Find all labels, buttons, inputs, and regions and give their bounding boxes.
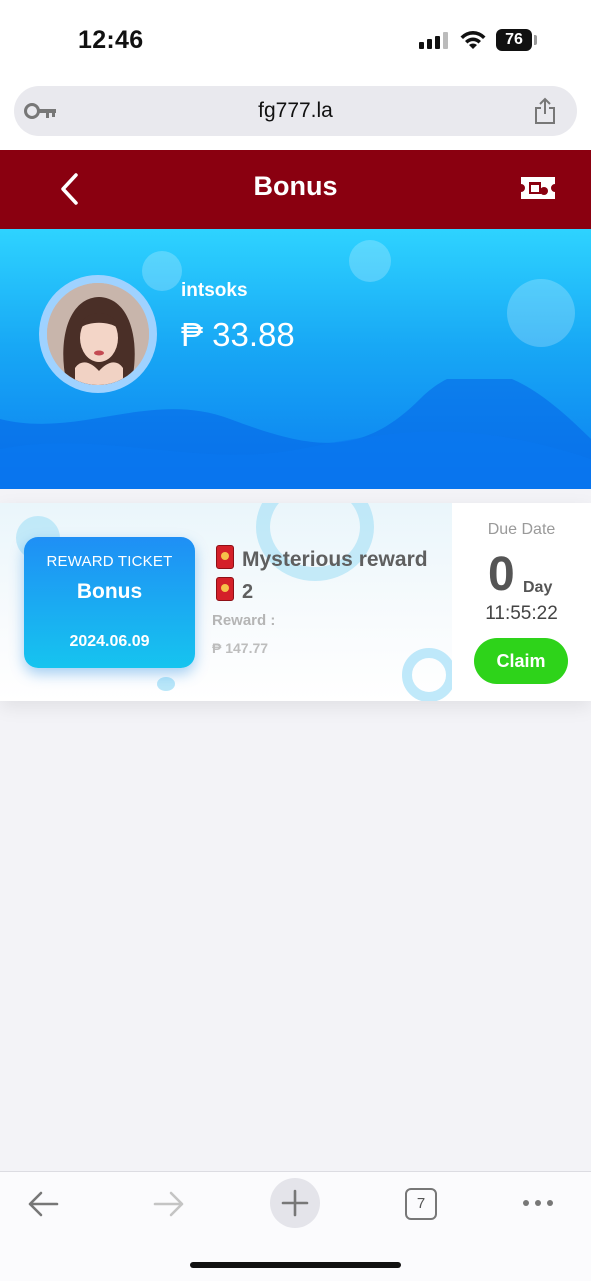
- status-time: 12:46: [78, 26, 144, 54]
- reward-label: Reward :: [212, 612, 276, 629]
- tab-count: 7: [416, 1195, 426, 1212]
- reward-value: ₱ 147.77: [212, 640, 269, 656]
- share-icon[interactable]: [533, 97, 557, 125]
- username: intsoks: [181, 280, 248, 301]
- decor-ring: [402, 648, 456, 701]
- due-countdown: 11:55:22: [485, 603, 558, 624]
- status-bar: 12:46 76: [0, 0, 591, 80]
- decor-bubble: [142, 251, 182, 291]
- url-text[interactable]: fg777.la: [14, 99, 577, 123]
- decor-dot: [157, 677, 175, 691]
- balance: ₱ 33.88: [181, 316, 295, 353]
- decor-bubble: [349, 240, 391, 282]
- decor-bubble: [507, 279, 575, 347]
- wave-decoration: [0, 379, 591, 489]
- browser-address-area: fg777.la: [0, 80, 591, 150]
- avatar-ring: [39, 275, 157, 393]
- red-envelope-icon: [216, 545, 234, 569]
- red-envelope-icon: [216, 577, 234, 601]
- signal-icon: [419, 32, 448, 49]
- ticket-name: Bonus: [76, 580, 143, 603]
- profile-banner: intsoks ₱ 33.88: [0, 229, 591, 489]
- more-icon[interactable]: [521, 1198, 555, 1208]
- new-tab-button[interactable]: [270, 1178, 320, 1228]
- avatar[interactable]: [47, 283, 149, 385]
- ticket-details: REWARD TICKET Bonus 2024.06.09 Mysteriou…: [0, 503, 456, 701]
- ticket-date: 2024.06.09: [69, 633, 150, 650]
- plus-icon: [281, 1189, 309, 1217]
- reward-count-row: 2: [216, 577, 253, 604]
- due-date-panel: Due Date 0 Day 11:55:22 Claim: [452, 503, 591, 701]
- address-bar[interactable]: fg777.la: [14, 86, 577, 136]
- page-title: Bonus: [253, 171, 338, 201]
- due-days: 0: [488, 548, 515, 601]
- wifi-icon: [460, 31, 486, 49]
- ticket-kicker: REWARD TICKET: [46, 553, 173, 570]
- app-header: Bonus: [0, 150, 591, 229]
- reward-title-row: Mysterious reward: [216, 545, 428, 572]
- ticket-badge: REWARD TICKET Bonus 2024.06.09: [24, 537, 195, 668]
- claim-button[interactable]: Claim: [474, 638, 568, 684]
- forward-arrow-icon[interactable]: [152, 1189, 186, 1219]
- ticket-icon[interactable]: [519, 174, 557, 202]
- reward-count: 2: [242, 581, 254, 603]
- battery-tip: [534, 35, 537, 45]
- reward-ticket-card: REWARD TICKET Bonus 2024.06.09 Mysteriou…: [0, 503, 591, 701]
- home-indicator: [190, 1262, 401, 1268]
- reward-title: Mysterious reward: [242, 548, 428, 571]
- tabs-icon[interactable]: 7: [405, 1188, 437, 1220]
- due-unit: Day: [523, 579, 553, 596]
- avatar-portrait: [47, 283, 149, 385]
- back-arrow-icon[interactable]: [26, 1189, 60, 1219]
- due-date-label: Due Date: [487, 521, 556, 538]
- battery-indicator: 76: [496, 29, 532, 51]
